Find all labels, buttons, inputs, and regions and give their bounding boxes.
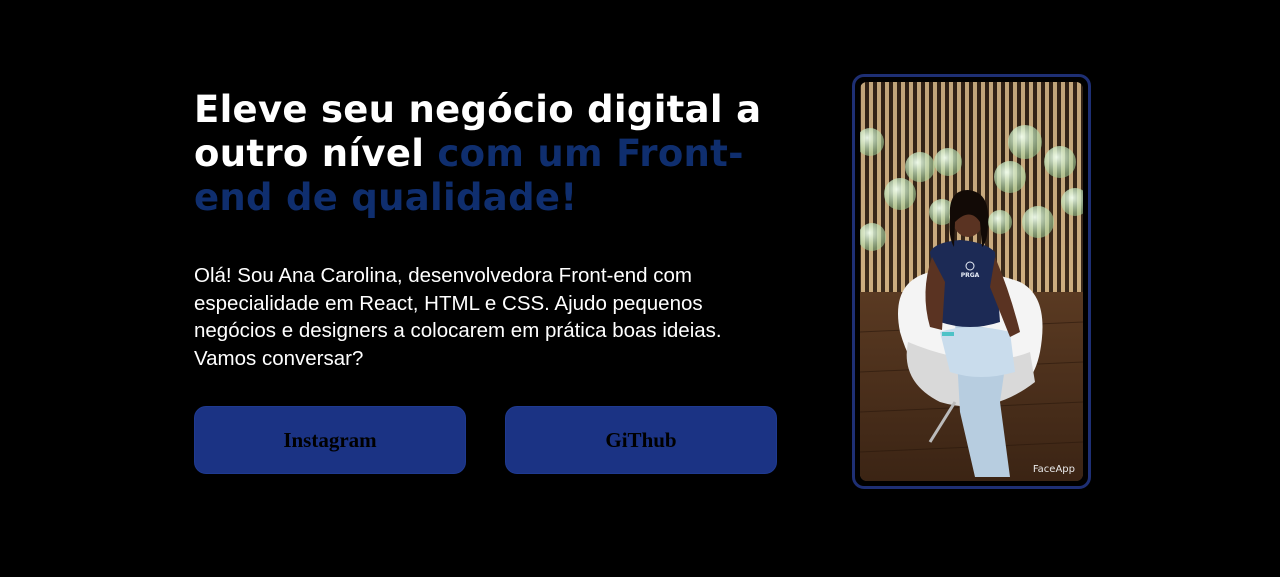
social-buttons: Instagram GiThub	[194, 406, 777, 474]
github-button[interactable]: GiThub	[505, 406, 777, 474]
hero-text-column: Eleve seu negócio digital a outro nível …	[194, 88, 784, 372]
instagram-button[interactable]: Instagram	[194, 406, 466, 474]
intro-paragraph: Olá! Sou Ana Carolina, desenvolvedora Fr…	[194, 264, 722, 370]
hero-headline: Eleve seu negócio digital a outro nível …	[194, 88, 784, 220]
profile-photo-illustration: PRGA	[860, 82, 1083, 481]
shirt-text: PRGA	[961, 272, 980, 279]
profile-photo-frame: PRGA FaceApp	[852, 74, 1091, 489]
hero-section: Eleve seu negócio digital a outro nível …	[0, 0, 1280, 577]
faceapp-watermark: FaceApp	[1032, 464, 1075, 475]
profile-photo: PRGA FaceApp	[860, 82, 1083, 481]
